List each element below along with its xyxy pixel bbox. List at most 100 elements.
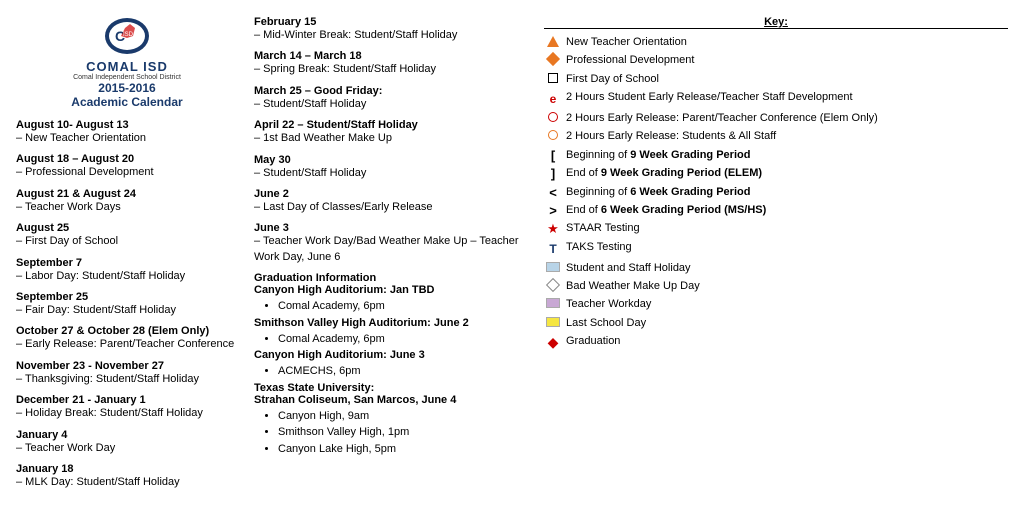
- date-header: August 18 – August 20: [16, 153, 238, 165]
- school-logo: C ISD: [87, 16, 167, 60]
- less-than-icon: <: [549, 186, 557, 199]
- graduation-bullet-item: Comal Academy, 6pm: [278, 331, 528, 348]
- key-item-label: Bad Weather Make Up Day: [566, 279, 1008, 294]
- calendar-entry: – Spring Break: Student/Staff Holiday: [254, 62, 528, 77]
- square-outline-icon: [548, 73, 558, 83]
- graduation-bullets: Comal Academy, 6pm: [254, 298, 528, 315]
- key-icon-swatch-diamond: [544, 280, 562, 290]
- graduation-content: Graduation InformationCanyon High Audito…: [254, 272, 528, 457]
- col1-section: December 21 - January 1– Holiday Break: …: [16, 394, 238, 421]
- col1-content: August 10- August 13– New Teacher Orient…: [16, 119, 238, 490]
- col2-section: March 14 – March 18– Spring Break: Stude…: [254, 50, 528, 77]
- col2-content: February 15– Mid-Winter Break: Student/S…: [254, 16, 528, 265]
- key-icon-e-red: e: [544, 91, 562, 108]
- graduation-venue: Smithson Valley High Auditorium: June 2: [254, 317, 528, 329]
- date-header: November 23 - November 27: [16, 360, 238, 372]
- key-content: New Teacher OrientationProfessional Deve…: [544, 35, 1008, 349]
- key-item: Student and Staff Holiday: [544, 261, 1008, 276]
- key-icon-swatch-blue: [544, 262, 562, 272]
- circle-orange-icon: [548, 130, 558, 140]
- key-item: Teacher Workday: [544, 297, 1008, 312]
- date-header: June 3: [254, 222, 528, 234]
- key-item: T TAKS Testing: [544, 240, 1008, 258]
- logo-area: C ISD COMAL ISD Comal Independent School…: [16, 16, 238, 109]
- key-icon-bracket-close: ]: [544, 167, 562, 180]
- circle-red-icon: [548, 112, 558, 122]
- purple-swatch-icon: [546, 298, 560, 308]
- calendar-entry: – Professional Development: [16, 165, 238, 180]
- date-header: April 22 – Student/Staff Holiday: [254, 119, 528, 131]
- col1-section: August 21 & August 24– Teacher Work Days: [16, 188, 238, 215]
- calendar-entry: – Student/Staff Holiday: [254, 97, 528, 112]
- key-icon-bracket-open: [: [544, 149, 562, 162]
- red-dot-icon: ◆: [548, 335, 559, 349]
- date-header: September 7: [16, 257, 238, 269]
- date-header: August 25: [16, 222, 238, 234]
- t-icon: T: [549, 241, 556, 258]
- date-header: August 21 & August 24: [16, 188, 238, 200]
- calendar-entry: – Student/Staff Holiday: [254, 166, 528, 181]
- key-icon-diamond-orange: [544, 54, 562, 64]
- col2-section: June 3– Teacher Work Day/Bad Weather Mak…: [254, 222, 528, 265]
- key-item: < Beginning of 6 Week Grading Period: [544, 185, 1008, 200]
- col1-section: September 7– Labor Day: Student/Staff Ho…: [16, 257, 238, 284]
- calendar-entry: – Mid-Winter Break: Student/Staff Holida…: [254, 28, 528, 43]
- calendar-entry: – Last Day of Classes/Early Release: [254, 200, 528, 215]
- key-item-label: TAKS Testing: [566, 240, 1008, 255]
- e-red-icon: e: [550, 91, 557, 108]
- key-item-label: Teacher Workday: [566, 297, 1008, 312]
- calendar-entry: – Thanksgiving: Student/Staff Holiday: [16, 372, 238, 387]
- col1-section: January 4– Teacher Work Day: [16, 429, 238, 456]
- col1-section: August 10- August 13– New Teacher Orient…: [16, 119, 238, 146]
- key-item-label: First Day of School: [566, 72, 1008, 87]
- graduation-bullet-item: Comal Academy, 6pm: [278, 298, 528, 315]
- cal-title: Academic Calendar: [16, 95, 238, 109]
- graduation-bullets: ACMECHS, 6pm: [254, 363, 528, 380]
- date-header: October 27 & October 28 (Elem Only): [16, 325, 238, 337]
- key-item-label: Student and Staff Holiday: [566, 261, 1008, 276]
- col2-section: February 15– Mid-Winter Break: Student/S…: [254, 16, 528, 43]
- key-icon-circle-orange: [544, 130, 562, 140]
- graduation-bullets: Comal Academy, 6pm: [254, 331, 528, 348]
- yellow-swatch-icon: [546, 317, 560, 327]
- date-header: June 2: [254, 188, 528, 200]
- date-header: September 25: [16, 291, 238, 303]
- graduation-bullet-item: ACMECHS, 6pm: [278, 363, 528, 380]
- date-header: May 30: [254, 154, 528, 166]
- calendar-entry: – 1st Bad Weather Make Up: [254, 131, 528, 146]
- key-icon-lt: <: [544, 186, 562, 199]
- key-item-label: New Teacher Orientation: [566, 35, 1008, 50]
- key-title: Key:: [544, 16, 1008, 29]
- key-item-label: 2 Hours Early Release: Students & All St…: [566, 129, 1008, 144]
- blue-swatch-icon: [546, 262, 560, 272]
- key-item: ★STAAR Testing: [544, 221, 1008, 236]
- key-item: Bad Weather Make Up Day: [544, 279, 1008, 294]
- bracket-close-icon: ]: [551, 167, 555, 180]
- key-icon-triangle-orange: [544, 36, 562, 47]
- column-1: C ISD COMAL ISD Comal Independent School…: [16, 16, 246, 497]
- graduation-bullets: Canyon High, 9amSmithson Valley High, 1p…: [254, 408, 528, 458]
- graduation-bullet-item: Canyon Lake High, 5pm: [278, 441, 528, 458]
- date-header: January 4: [16, 429, 238, 441]
- key-item-label: Graduation: [566, 334, 1008, 349]
- calendar-entry: – Fair Day: Student/Staff Holiday: [16, 303, 238, 318]
- key-icon-circle-red: [544, 112, 562, 122]
- key-item-label: STAAR Testing: [566, 221, 1008, 236]
- key-item-label: 2 Hours Early Release: Parent/Teacher Co…: [566, 111, 1008, 126]
- key-item: e2 Hours Student Early Release/Teacher S…: [544, 90, 1008, 108]
- key-item: New Teacher Orientation: [544, 35, 1008, 50]
- col2-section: March 25 – Good Friday:– Student/Staff H…: [254, 85, 528, 112]
- graduation-sub-venue: Strahan Coliseum, San Marcos, June 4: [254, 394, 528, 406]
- key-icon-T: T: [544, 241, 562, 258]
- key-item: ]End of 9 Week Grading Period (ELEM): [544, 166, 1008, 181]
- col2-section: June 2– Last Day of Classes/Early Releas…: [254, 188, 528, 215]
- calendar-entry: – Teacher Work Day: [16, 441, 238, 456]
- key-item-label: Beginning of 6 Week Grading Period: [566, 185, 1008, 200]
- key-icon-swatch-purple: [544, 298, 562, 308]
- key-item-label: Beginning of 9 Week Grading Period: [566, 148, 1008, 163]
- key-item: Last School Day: [544, 316, 1008, 331]
- calendar-entry: – Teacher Work Days: [16, 200, 238, 215]
- bracket-open-icon: [: [551, 149, 555, 162]
- key-icon-gt: >: [544, 204, 562, 217]
- date-header: December 21 - January 1: [16, 394, 238, 406]
